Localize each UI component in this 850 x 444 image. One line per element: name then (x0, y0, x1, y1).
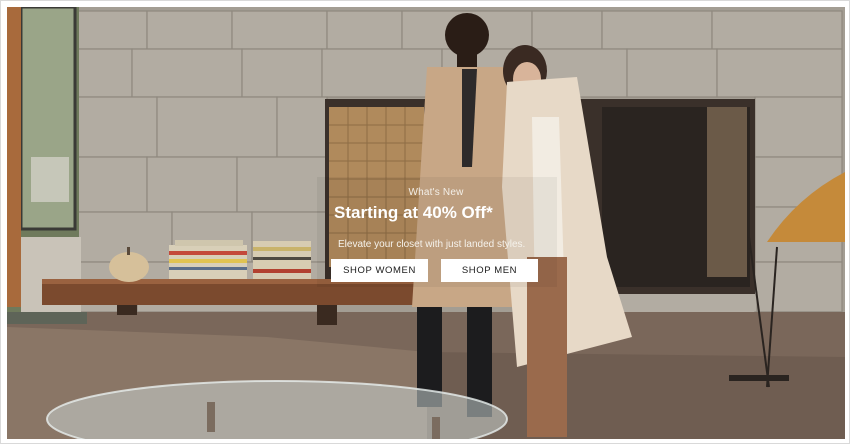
hero-subline: Elevate your closet with just landed sty… (338, 239, 526, 250)
shop-women-button[interactable]: SHOP WOMEN (331, 259, 428, 282)
hero-banner[interactable]: What's New Starting at 40% Off* Elevate … (7, 7, 845, 439)
page-frame: What's New Starting at 40% Off* Elevate … (0, 0, 850, 444)
hero-headline: Starting at 40% Off* (334, 203, 493, 222)
eyebrow-label: What's New (408, 187, 464, 198)
hero-image (7, 7, 845, 439)
shop-men-button[interactable]: SHOP MEN (441, 259, 538, 282)
